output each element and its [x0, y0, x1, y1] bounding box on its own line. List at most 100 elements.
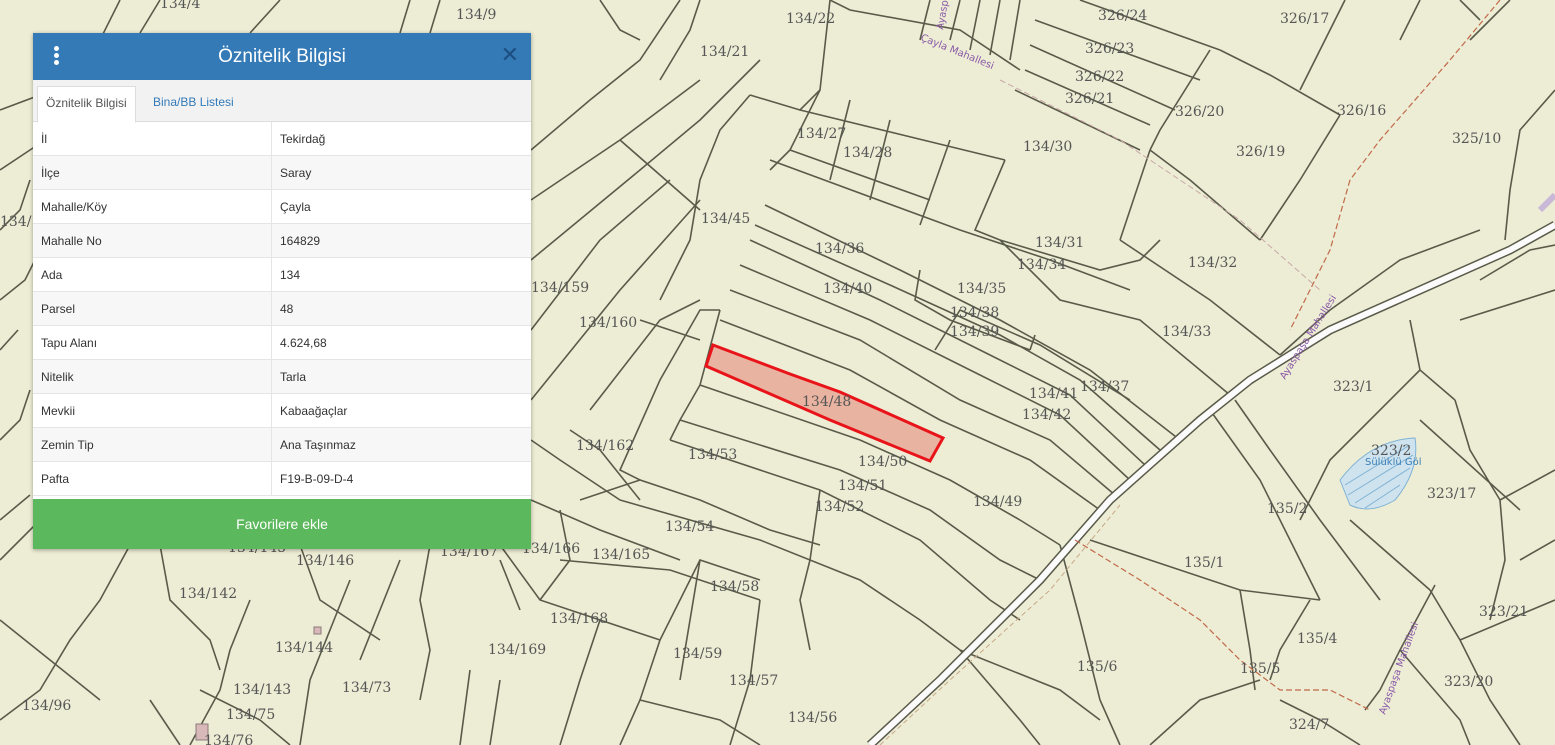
- parcel-label: 326/22: [1075, 69, 1124, 85]
- attribute-table: İl Tekirdağ İlçe Saray Mahalle/Köy Çayla Mahal…: [33, 122, 531, 496]
- parcel-label: 134/56: [788, 710, 837, 726]
- parcel-label: 325/10: [1452, 131, 1501, 147]
- attribute-value: 4.624,68: [271, 325, 531, 360]
- parcel-label: 134/51: [838, 478, 887, 494]
- attribute-value: Tarla: [271, 359, 531, 394]
- parcel-label: 134/96: [22, 698, 71, 714]
- parcel-label: 135/4: [1297, 631, 1337, 647]
- parcel-label: 134/144: [275, 640, 333, 656]
- parcel-label: 134/57: [729, 673, 778, 689]
- parcel-label: 324/7: [1289, 717, 1329, 733]
- vertical-dots-menu-icon[interactable]: [47, 46, 65, 67]
- parcel-label: 134/73: [342, 680, 391, 696]
- parcel-label: 134/38: [950, 305, 999, 321]
- parcel-label: 134/34: [1017, 257, 1066, 273]
- parcel-label: 134/39: [950, 324, 999, 340]
- attribute-value: Çayla: [271, 189, 531, 224]
- attribute-value: 48: [271, 291, 531, 326]
- add-to-favorites-button[interactable]: Favorilere ekle: [33, 499, 531, 549]
- attribute-row: Mahalle No 164829: [33, 223, 531, 258]
- parcel-label: 134/75: [226, 707, 275, 723]
- parcel-label: 134/146: [296, 553, 354, 569]
- attribute-info-panel: Öznitelik Bilgisi ✕ Öznitelik Bilgisi Bi…: [33, 33, 531, 549]
- parcel-label: 134/53: [688, 447, 737, 463]
- parcel-label: 326/21: [1065, 91, 1114, 107]
- attribute-row: Parsel 48: [33, 291, 531, 326]
- lake-label: Sülüklü Göl: [1365, 457, 1422, 468]
- parcel-label: 134/40: [823, 281, 872, 297]
- parcel-label: 134/49: [973, 494, 1022, 510]
- parcel-label: 134/31: [1035, 235, 1084, 251]
- parcel-label: 134/162: [576, 438, 634, 454]
- parcel-label: 135/1: [1184, 555, 1224, 571]
- parcel-label: 323/1: [1333, 379, 1373, 395]
- parcel-label: 134/9: [456, 7, 496, 23]
- parcel-label: 135/5: [1240, 661, 1280, 677]
- attribute-row: İl Tekirdağ: [33, 122, 531, 156]
- attribute-row: Ada 134: [33, 257, 531, 292]
- parcel-label: 134/27: [797, 126, 846, 142]
- tab-building-list[interactable]: Bina/BB Listesi: [145, 86, 242, 121]
- parcel-label: 134/36: [815, 241, 864, 257]
- parcel-label: 134/58: [710, 579, 759, 595]
- parcel-label: 134/142: [179, 586, 237, 602]
- parcel-label: 134/42: [1022, 407, 1071, 423]
- attribute-value: Tekirdağ: [271, 122, 531, 156]
- panel-tabs: Öznitelik Bilgisi Bina/BB Listesi: [33, 80, 531, 123]
- attribute-key: Parsel: [33, 291, 272, 326]
- panel-title: Öznitelik Bilgisi: [218, 45, 346, 67]
- parcel-label: 134/165: [592, 547, 650, 563]
- attribute-value: Saray: [271, 155, 531, 190]
- tab-attribute-info[interactable]: Öznitelik Bilgisi: [37, 86, 136, 123]
- attribute-value: 164829: [271, 223, 531, 258]
- parcel-label: 134/33: [1162, 324, 1211, 340]
- parcel-label: 135/6: [1077, 659, 1117, 675]
- parcel-label: 134/28: [843, 145, 892, 161]
- parcel-label: 134/48: [802, 394, 851, 410]
- parcel-label: 134/54: [665, 519, 714, 535]
- attribute-row: Pafta F19-B-09-D-4: [33, 461, 531, 496]
- parcel-label: 134/32: [1188, 255, 1237, 271]
- parcel-label: 134/160: [579, 315, 637, 331]
- parcel-label: 134/35: [957, 281, 1006, 297]
- building-marker: [313, 626, 322, 635]
- attribute-row: İlçe Saray: [33, 155, 531, 190]
- parcel-label: 323/21: [1479, 604, 1528, 620]
- attribute-key: Tapu Alanı: [33, 325, 272, 360]
- attribute-key: İlçe: [33, 155, 272, 190]
- parcel-label: 134/37: [1080, 379, 1129, 395]
- parcel-label: 134/4: [160, 0, 200, 12]
- attribute-row: Nitelik Tarla: [33, 359, 531, 394]
- attribute-value: Kabaağaçlar: [271, 393, 531, 428]
- parcel-label: 134/21: [700, 44, 749, 60]
- parcel-label: 134/168: [550, 611, 608, 627]
- attribute-key: Mahalle/Köy: [33, 189, 272, 224]
- parcel-label: 134/159: [531, 280, 589, 296]
- attribute-row: Zemin Tip Ana Taşınmaz: [33, 427, 531, 462]
- attribute-key: Zemin Tip: [33, 427, 272, 462]
- parcel-label: 326/19: [1236, 144, 1285, 160]
- parcel-label: 326/20: [1175, 104, 1224, 120]
- parcel-label: 134/30: [1023, 139, 1072, 155]
- parcel-label: 326/23: [1085, 41, 1134, 57]
- parcel-label: 323/17: [1427, 486, 1476, 502]
- attribute-key: Pafta: [33, 461, 272, 496]
- attribute-key: Mahalle No: [33, 223, 272, 258]
- attribute-key: Mevkii: [33, 393, 272, 428]
- parcel-label: 134/76: [204, 733, 253, 745]
- close-icon[interactable]: ✕: [501, 43, 519, 69]
- attribute-row: Mevkii Kabaağaçlar: [33, 393, 531, 428]
- attribute-key: Ada: [33, 257, 272, 292]
- attribute-key: Nitelik: [33, 359, 272, 394]
- panel-header: Öznitelik Bilgisi ✕: [33, 33, 531, 80]
- parcel-label: 134/45: [701, 211, 750, 227]
- parcel-label: 326/17: [1280, 11, 1329, 27]
- attribute-key: İl: [33, 122, 272, 156]
- parcel-label: 326/24: [1098, 8, 1147, 24]
- parcel-label: 134/52: [815, 499, 864, 515]
- parcel-label: 134/59: [673, 646, 722, 662]
- attribute-value: Ana Taşınmaz: [271, 427, 531, 462]
- attribute-row: Mahalle/Köy Çayla: [33, 189, 531, 224]
- parcel-label: 134/41: [1029, 386, 1078, 402]
- parcel-label: 326/16: [1337, 103, 1386, 119]
